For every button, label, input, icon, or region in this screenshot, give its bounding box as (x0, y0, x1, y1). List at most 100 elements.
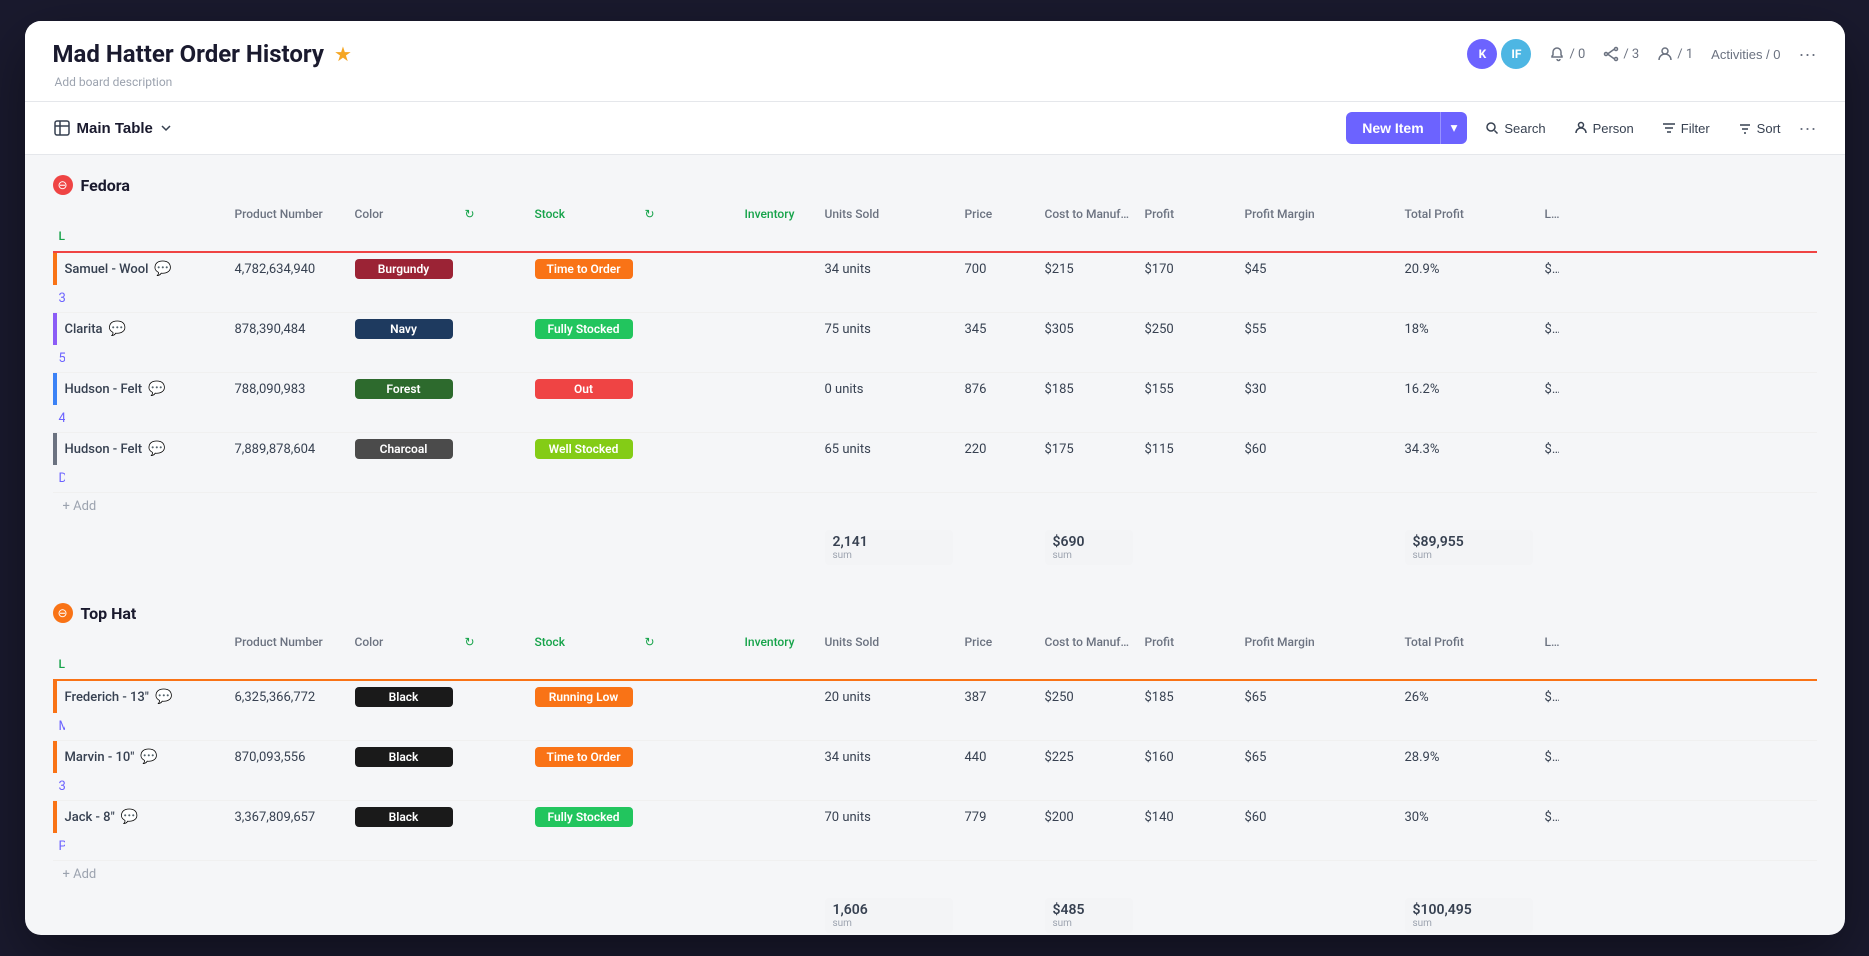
cell-link-orders: $25,155 (1539, 684, 1559, 711)
share-stat[interactable]: / 3 (1603, 46, 1639, 62)
toolbar: Main Table New Item ▾ Search Person Filt… (25, 102, 1845, 155)
cell-profit: $155 (1139, 376, 1239, 403)
cell-link-hatter: Patricia Reading (53, 833, 65, 860)
comment-icon[interactable]: 💬 (148, 441, 165, 457)
cell-inventory (739, 691, 819, 703)
cell-name: Clarita 💬 (59, 315, 229, 343)
cell-price: 345 (959, 316, 1039, 343)
add-row-top-hat[interactable]: + Add (53, 861, 1817, 888)
cell-units-sold: 65 units (819, 436, 959, 463)
board-description[interactable]: Add board description (53, 75, 1817, 89)
cell-profit-margin: $60 (1239, 804, 1399, 831)
row-color-bar (53, 313, 57, 345)
cell-cost: $200 (1039, 804, 1139, 831)
cell-total-profit: 16.2% (1399, 376, 1539, 403)
row-color-bar (53, 373, 57, 405)
group-fedora: ⊖ Fedora Product Number Color ↻ Stock ↻ … (53, 175, 1817, 573)
cell-inventory (739, 443, 819, 455)
cell-name: Jack - 8" 💬 (59, 803, 229, 831)
col-inv-icon: ↻ (639, 203, 739, 225)
activities-button[interactable]: Activities / 0 (1711, 47, 1780, 62)
col-link-orders: Link to Mad Hatter Orders (1539, 203, 1559, 225)
cell-price: 700 (959, 256, 1039, 283)
cell-product-number: 870,093,556 (229, 744, 349, 771)
toolbar-left: Main Table (53, 119, 173, 137)
cell-total-profit: 30% (1399, 804, 1539, 831)
table-row: Hudson - Felt 💬 7,889,878,604 Charcoal W… (53, 433, 1817, 493)
cell-profit: $140 (1139, 804, 1239, 831)
avatar-k: K (1467, 39, 1497, 69)
group-fedora-header: ⊖ Fedora (53, 175, 1817, 199)
table-row: Clarita 💬 878,390,484 Navy Fully Stocked… (53, 313, 1817, 373)
cell-link-hatter: 3 Items (53, 773, 65, 800)
cell-link-orders: $26,280 (1539, 376, 1559, 403)
toolbar-right: New Item ▾ Search Person Filter Sort ··· (1346, 112, 1816, 144)
filter-button[interactable]: Filter (1652, 115, 1720, 142)
col-inventory: Inventory (739, 203, 819, 225)
bell-stat[interactable]: / 0 (1549, 46, 1585, 62)
new-item-dropdown[interactable]: ▾ (1440, 112, 1468, 144)
table-area: ⊖ Fedora Product Number Color ↻ Stock ↻ … (25, 155, 1845, 935)
col-color: Color (349, 203, 459, 225)
cell-total-profit: 34.3% (1399, 436, 1539, 463)
sort-button[interactable]: Sort (1728, 115, 1791, 142)
title-area: Mad Hatter Order History ★ (53, 40, 352, 68)
col-profit-margin: Profit Margin (1239, 203, 1399, 225)
cell-stock: Time to Order (529, 741, 639, 773)
cell-units-sold: 34 units (819, 744, 959, 771)
sum-row-fedora: 2,141 sum $690 sum $89,955 sum (53, 522, 1817, 573)
person-button[interactable]: Person (1564, 115, 1644, 142)
cell-profit-margin: $65 (1239, 744, 1399, 771)
col-product-number: Product Number (229, 203, 349, 225)
group-top-hat: ⊖ Top Hat Product Number Color ↻ Stock ↻… (53, 603, 1817, 935)
cell-name: Marvin - 10" 💬 (59, 743, 229, 771)
star-icon[interactable]: ★ (334, 42, 352, 66)
cell-cost: $250 (1039, 684, 1139, 711)
comment-icon[interactable]: 💬 (140, 749, 157, 765)
group-fedora-name: Fedora (81, 176, 130, 195)
cell-color: Forest (349, 373, 459, 405)
header-top: Mad Hatter Order History ★ K IF / 0 / 3 (53, 39, 1817, 69)
cell-color: Black (349, 741, 459, 773)
cell-profit-margin: $45 (1239, 256, 1399, 283)
cell-color: Black (349, 801, 459, 833)
cell-product-number: 3,367,809,657 (229, 804, 349, 831)
header-more-button[interactable]: ··· (1799, 44, 1817, 65)
person-stat[interactable]: / 1 (1657, 46, 1693, 62)
add-row-fedora[interactable]: + Add (53, 493, 1817, 520)
cell-product-number: 788,090,983 (229, 376, 349, 403)
row-color-bar (53, 253, 57, 285)
comment-icon[interactable]: 💬 (109, 321, 126, 337)
sum-cost-tophat: $485 sum (1039, 894, 1139, 935)
avatar-group: K IF (1467, 39, 1531, 69)
cell-inventory (739, 263, 819, 275)
table-row: Frederich - 13" 💬 6,325,366,772 Black Ru… (53, 681, 1817, 741)
cell-profit-margin: $65 (1239, 684, 1399, 711)
group-fedora-toggle[interactable]: ⊖ (53, 175, 73, 195)
comment-icon[interactable]: 💬 (148, 381, 165, 397)
cell-inventory (739, 323, 819, 335)
table-row: Samuel - Wool 💬 4,782,634,940 Burgundy T… (53, 253, 1817, 313)
avatar-b: IF (1501, 39, 1531, 69)
comment-icon[interactable]: 💬 (154, 261, 171, 277)
col-link-hatter: Link to Mad Hatter I... (53, 225, 65, 247)
cell-units-sold: 0 units (819, 376, 959, 403)
cell-product-number: 7,889,878,604 (229, 436, 349, 463)
cell-stock: Running Low (529, 681, 639, 713)
new-item-button[interactable]: New Item (1346, 112, 1439, 144)
comment-icon[interactable]: 💬 (121, 809, 138, 825)
cell-stock: Time to Order (529, 253, 639, 285)
toolbar-more-button[interactable]: ··· (1799, 118, 1817, 139)
main-table-button[interactable]: Main Table (53, 119, 173, 137)
cell-price: 876 (959, 376, 1039, 403)
comment-icon[interactable]: 💬 (155, 689, 172, 705)
new-item-group: New Item ▾ (1346, 112, 1467, 144)
search-button[interactable]: Search (1475, 115, 1555, 142)
group-top-hat-toggle[interactable]: ⊖ (53, 603, 73, 623)
cell-product-number: 4,782,634,940 (229, 256, 349, 283)
cell-link-hatter: 3 Items (53, 285, 65, 312)
cell-link-orders: $46,740 (1539, 804, 1559, 831)
page-title: Mad Hatter Order History (53, 40, 324, 68)
row-color-bar (53, 681, 57, 713)
cell-link-orders: $28,600 (1539, 744, 1559, 771)
